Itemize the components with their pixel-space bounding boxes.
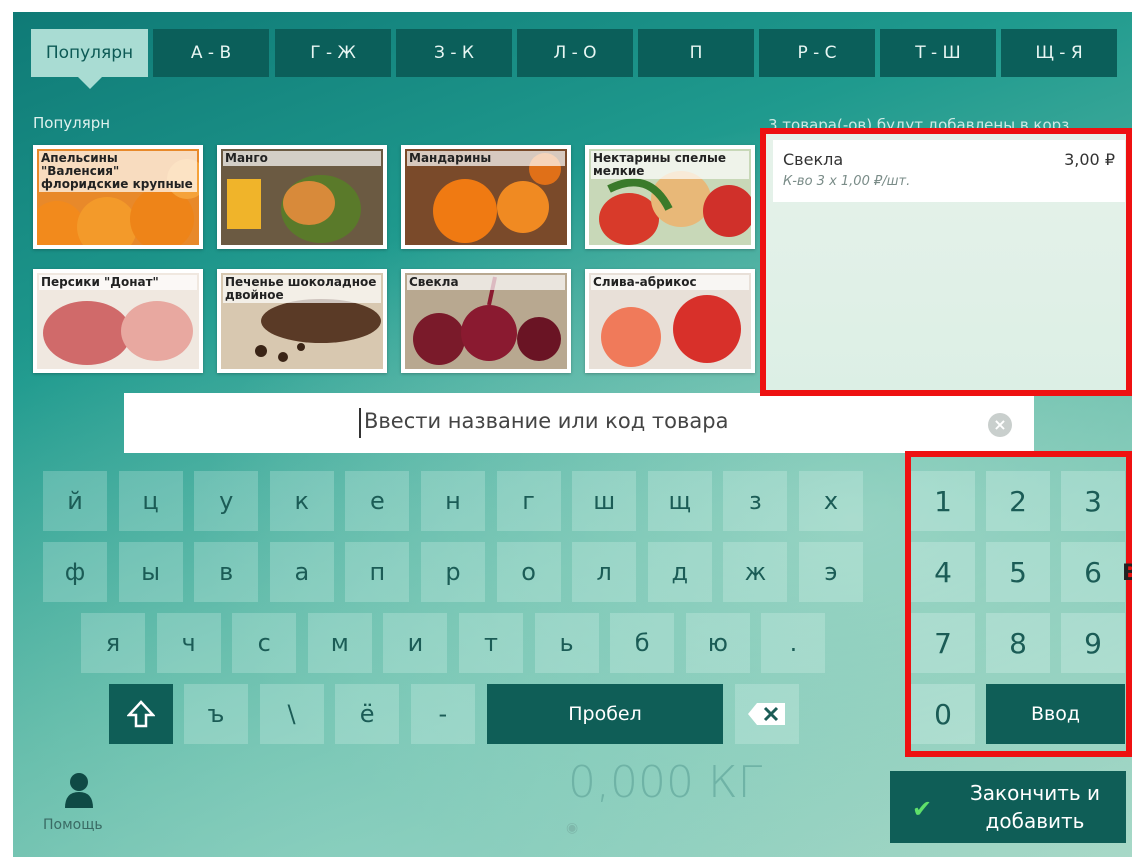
cookie-photo: Печенье шоколадное двойное bbox=[221, 273, 383, 369]
key-у[interactable]: у bbox=[194, 471, 259, 531]
product-name: Слива-абрикос bbox=[591, 275, 749, 290]
product-name: Персики "Донат" bbox=[39, 275, 197, 290]
peach-photo: Персики "Донат" bbox=[37, 273, 199, 369]
tab-popular[interactable]: Популярн bbox=[31, 29, 148, 77]
check-icon: ✔ bbox=[912, 795, 933, 823]
tab-l-o[interactable]: Л - О bbox=[517, 29, 633, 77]
key-ы[interactable]: ы bbox=[118, 542, 183, 602]
finish-and-add-button[interactable]: ✔ Закончить и добавить bbox=[890, 771, 1126, 843]
product-tile[interactable]: Нектарины спелые мелкие bbox=[585, 145, 755, 249]
key-й[interactable]: й bbox=[43, 471, 107, 531]
tab-t-sh[interactable]: Т - Ш bbox=[880, 29, 996, 77]
plumcot-photo: Слива-абрикос bbox=[589, 273, 751, 369]
product-tile[interactable]: Мандарины bbox=[401, 145, 571, 249]
tab-z-k[interactable]: З - К bbox=[396, 29, 512, 77]
orange-photo: Апельсины "Валенсия" флоридские крупные bbox=[37, 149, 199, 245]
space-key[interactable]: Пробел bbox=[487, 684, 723, 744]
stray-char: В bbox=[1122, 561, 1132, 586]
key-ш[interactable]: ш bbox=[572, 471, 637, 531]
key-т[interactable]: т bbox=[459, 613, 523, 673]
product-name: Манго bbox=[223, 151, 381, 166]
tab-p[interactable]: П bbox=[638, 29, 754, 77]
eye-icon[interactable]: ◉ bbox=[566, 820, 578, 836]
shift-icon bbox=[127, 700, 155, 728]
product-name: Печенье шоколадное двойное bbox=[223, 275, 381, 303]
product-tile[interactable]: Слива-абрикос bbox=[585, 269, 755, 373]
clear-icon[interactable]: × bbox=[988, 413, 1012, 437]
key-.[interactable]: . bbox=[761, 613, 826, 673]
highlight-numpad-box bbox=[905, 451, 1132, 757]
product-name: Мандарины bbox=[407, 151, 565, 166]
backspace-key[interactable] bbox=[735, 684, 799, 744]
key-ф[interactable]: ф bbox=[43, 542, 107, 602]
text-caret bbox=[359, 408, 361, 438]
highlight-cart-box bbox=[760, 128, 1132, 396]
key-н[interactable]: н bbox=[421, 471, 485, 531]
help-label[interactable]: Помощь bbox=[43, 817, 103, 833]
key-ъ[interactable]: ъ bbox=[184, 684, 248, 744]
product-tile[interactable]: Персики "Донат" bbox=[33, 269, 203, 373]
key-л[interactable]: л bbox=[572, 542, 637, 602]
key-б[interactable]: б bbox=[610, 613, 675, 673]
search-placeholder: Ввести название или код товара bbox=[364, 409, 729, 433]
key-э[interactable]: э bbox=[799, 542, 863, 602]
section-label: Популярн bbox=[33, 114, 111, 132]
tab-g-zh[interactable]: Г - Ж bbox=[275, 29, 391, 77]
key-р[interactable]: р bbox=[421, 542, 485, 602]
key-х[interactable]: х bbox=[799, 471, 863, 531]
product-name: Апельсины "Валенсия" флоридские крупные bbox=[39, 151, 197, 192]
key-а[interactable]: а bbox=[269, 542, 334, 602]
key-г[interactable]: г bbox=[496, 471, 561, 531]
key--[interactable]: - bbox=[410, 684, 475, 744]
finish-label: Закончить и добавить bbox=[969, 781, 1101, 833]
key-м[interactable]: м bbox=[307, 613, 372, 673]
backspace-icon bbox=[748, 703, 785, 725]
key-ж[interactable]: ж bbox=[723, 542, 788, 602]
product-tile[interactable]: Печенье шоколадное двойное bbox=[217, 269, 387, 373]
tangerine-photo: Мандарины bbox=[405, 149, 567, 245]
user-icon[interactable] bbox=[63, 772, 95, 808]
key-к[interactable]: к bbox=[269, 471, 334, 531]
key-backslash[interactable]: \ bbox=[259, 684, 324, 744]
key-о[interactable]: о bbox=[496, 542, 561, 602]
tab-shch-ya[interactable]: Щ - Я bbox=[1001, 29, 1117, 77]
nectarine-photo: Нектарины спелые мелкие bbox=[589, 149, 751, 245]
beet-photo: Свекла bbox=[405, 273, 567, 369]
product-tile[interactable]: Апельсины "Валенсия" флоридские крупные bbox=[33, 145, 203, 249]
shift-key[interactable] bbox=[109, 684, 173, 744]
key-ю[interactable]: ю bbox=[685, 613, 750, 673]
key-в[interactable]: в bbox=[194, 542, 259, 602]
key-ч[interactable]: ч bbox=[156, 613, 221, 673]
key-п[interactable]: п bbox=[345, 542, 410, 602]
tab-r-s[interactable]: Р - С bbox=[759, 29, 875, 77]
key-и[interactable]: и bbox=[383, 613, 448, 673]
product-name: Нектарины спелые мелкие bbox=[591, 151, 749, 179]
key-з[interactable]: з bbox=[723, 471, 788, 531]
key-с[interactable]: с bbox=[232, 613, 297, 673]
search-input[interactable]: Ввести название или код товара × bbox=[124, 393, 1034, 453]
key-ц[interactable]: ц bbox=[118, 471, 183, 531]
key-ь[interactable]: ь bbox=[534, 613, 599, 673]
product-name: Свекла bbox=[407, 275, 565, 290]
product-tile[interactable]: Манго bbox=[217, 145, 387, 249]
mango-photo: Манго bbox=[221, 149, 383, 245]
key-щ[interactable]: щ bbox=[647, 471, 712, 531]
key-е[interactable]: е bbox=[345, 471, 410, 531]
weight-display: 0,000 КГ bbox=[568, 757, 763, 808]
key-д[interactable]: д bbox=[647, 542, 712, 602]
tab-a-v[interactable]: А - В bbox=[153, 29, 269, 77]
key-ё[interactable]: ё bbox=[335, 684, 400, 744]
key-я[interactable]: я bbox=[81, 613, 145, 673]
product-tile[interactable]: Свекла bbox=[401, 269, 571, 373]
